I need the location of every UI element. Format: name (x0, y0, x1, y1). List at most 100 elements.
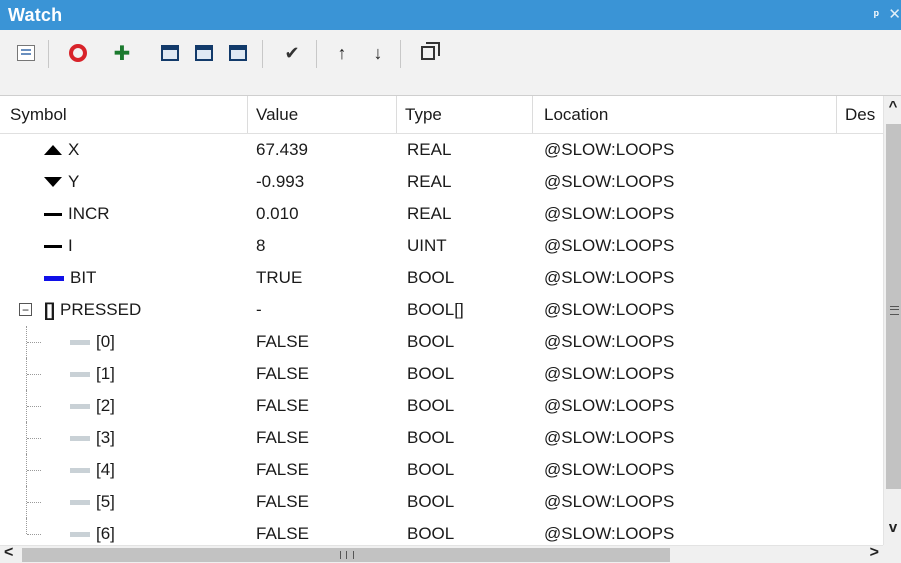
table-row[interactable]: −[] PRESSED - BOOL[] @SLOW:LOOPS (0, 294, 883, 326)
symbol-name: [1] (96, 364, 115, 383)
type-cell: BOOL (407, 364, 455, 383)
location-cell: @SLOW:LOOPS (544, 460, 675, 479)
value-cell[interactable]: 67.439 (256, 134, 396, 166)
scroll-down-icon[interactable]: v (884, 519, 901, 543)
symbol-cell: [3] (0, 422, 248, 454)
move-down-button[interactable]: ↓ (364, 40, 392, 66)
column-value[interactable]: Value (248, 96, 397, 133)
copy-icon (421, 42, 440, 60)
horizontal-scrollbar[interactable]: < > (0, 544, 883, 563)
value-cell[interactable]: FALSE (256, 454, 396, 486)
table-row[interactable]: [3] FALSE BOOL @SLOW:LOOPS (0, 422, 883, 454)
window-button-2[interactable] (190, 40, 218, 66)
bool-false-icon (70, 403, 90, 409)
symbol-name: [6] (96, 524, 115, 543)
toolbar-separator (316, 40, 317, 68)
watch-window: Watch ᵖ ✕ ✚ ✔ ↑ ↓ Symbol Value Type Loca… (0, 0, 901, 563)
symbol-name: [2] (96, 396, 115, 415)
copy-button[interactable] (414, 40, 442, 66)
vertical-scroll-thumb[interactable] (886, 124, 901, 489)
symbol-cell: [6] (0, 518, 248, 546)
table-row[interactable]: BIT TRUE BOOL @SLOW:LOOPS (0, 262, 883, 294)
value-cell[interactable]: TRUE (256, 262, 396, 294)
table-row[interactable]: X 67.439 REAL @SLOW:LOOPS (0, 134, 883, 166)
value-cell[interactable]: FALSE (256, 486, 396, 518)
write-value-button[interactable]: ✔ (278, 40, 306, 66)
move-up-button[interactable]: ↑ (328, 40, 356, 66)
bool-false-icon (70, 339, 90, 345)
scroll-up-icon[interactable]: ^ (884, 98, 901, 122)
watch-table-body: X 67.439 REAL @SLOW:LOOPS Y -0.993 REAL @SLOW:L… (0, 134, 883, 546)
window-button-1[interactable] (156, 40, 184, 66)
value-cell[interactable]: FALSE (256, 390, 396, 422)
location-cell: @SLOW:LOOPS (544, 204, 675, 223)
column-location[interactable]: Location (533, 96, 837, 133)
bool-false-icon (70, 499, 90, 505)
table-row[interactable]: [2] FALSE BOOL @SLOW:LOOPS (0, 390, 883, 422)
table-row[interactable]: Y -0.993 REAL @SLOW:LOOPS (0, 166, 883, 198)
dash-icon (44, 244, 62, 248)
close-icon[interactable]: ✕ (888, 5, 901, 23)
table-row[interactable]: [6] FALSE BOOL @SLOW:LOOPS (0, 518, 883, 546)
type-cell: UINT (407, 236, 447, 255)
type-cell: REAL (407, 204, 452, 223)
bool-false-icon (70, 531, 90, 537)
table-row[interactable]: [1] FALSE BOOL @SLOW:LOOPS (0, 358, 883, 390)
value-cell[interactable]: FALSE (256, 518, 396, 546)
move-down-icon: ↓ (373, 42, 383, 63)
dash-icon (44, 212, 62, 216)
value-cell[interactable]: FALSE (256, 358, 396, 390)
pin-icon[interactable]: ᵖ (874, 7, 879, 22)
bool-false-icon (70, 435, 90, 441)
horizontal-scroll-thumb[interactable] (22, 548, 670, 562)
value-cell[interactable]: FALSE (256, 422, 396, 454)
grip-icon (890, 306, 899, 315)
location-cell: @SLOW:LOOPS (544, 300, 675, 319)
list-view-icon (17, 45, 35, 61)
column-description[interactable]: Des (837, 96, 886, 133)
table-row[interactable]: I 8 UINT @SLOW:LOOPS (0, 230, 883, 262)
location-cell: @SLOW:LOOPS (544, 428, 675, 447)
list-view-button[interactable] (12, 40, 40, 66)
type-cell: BOOL (407, 428, 455, 447)
type-cell: BOOL (407, 268, 455, 287)
write-value-icon: ✔ (284, 42, 300, 63)
type-cell: BOOL (407, 332, 455, 351)
bool-false-icon (70, 467, 90, 473)
table-row[interactable]: INCR 0.010 REAL @SLOW:LOOPS (0, 198, 883, 230)
remove-watch-icon (69, 44, 87, 62)
vertical-scrollbar[interactable]: ^ v (883, 96, 901, 545)
type-cell: BOOL (407, 524, 455, 543)
value-cell[interactable]: 8 (256, 230, 396, 262)
column-type[interactable]: Type (397, 96, 533, 133)
title-bar[interactable]: Watch ᵖ ✕ (0, 0, 901, 30)
triangle-down-icon (44, 177, 62, 187)
window-add-button[interactable] (224, 40, 252, 66)
symbol-name: [3] (96, 428, 115, 447)
value-cell[interactable]: - (256, 294, 396, 326)
type-cell: REAL (407, 172, 452, 191)
type-cell: REAL (407, 140, 452, 159)
value-cell[interactable]: FALSE (256, 326, 396, 358)
value-cell[interactable]: -0.993 (256, 166, 396, 198)
window-icon (195, 45, 213, 61)
scroll-left-icon[interactable]: < (4, 544, 13, 562)
table-row[interactable]: [4] FALSE BOOL @SLOW:LOOPS (0, 454, 883, 486)
remove-watch-button[interactable] (64, 40, 92, 66)
symbol-name: [5] (96, 492, 115, 511)
symbol-name: X (68, 140, 80, 159)
table-row[interactable]: [5] FALSE BOOL @SLOW:LOOPS (0, 486, 883, 518)
scroll-right-icon[interactable]: > (870, 544, 879, 562)
column-symbol[interactable]: Symbol (0, 96, 248, 133)
symbol-name: PRESSED (60, 300, 142, 319)
symbol-cell: Y (0, 166, 248, 198)
symbol-cell: X (0, 134, 248, 166)
bool-true-icon (44, 275, 64, 281)
window-title: Watch (8, 4, 63, 25)
add-watch-icon: ✚ (113, 42, 131, 65)
add-watch-button[interactable]: ✚ (108, 40, 136, 66)
toolbar-separator (400, 40, 401, 68)
scrollbar-corner (883, 545, 901, 563)
table-row[interactable]: [0] FALSE BOOL @SLOW:LOOPS (0, 326, 883, 358)
value-cell[interactable]: 0.010 (256, 198, 396, 230)
